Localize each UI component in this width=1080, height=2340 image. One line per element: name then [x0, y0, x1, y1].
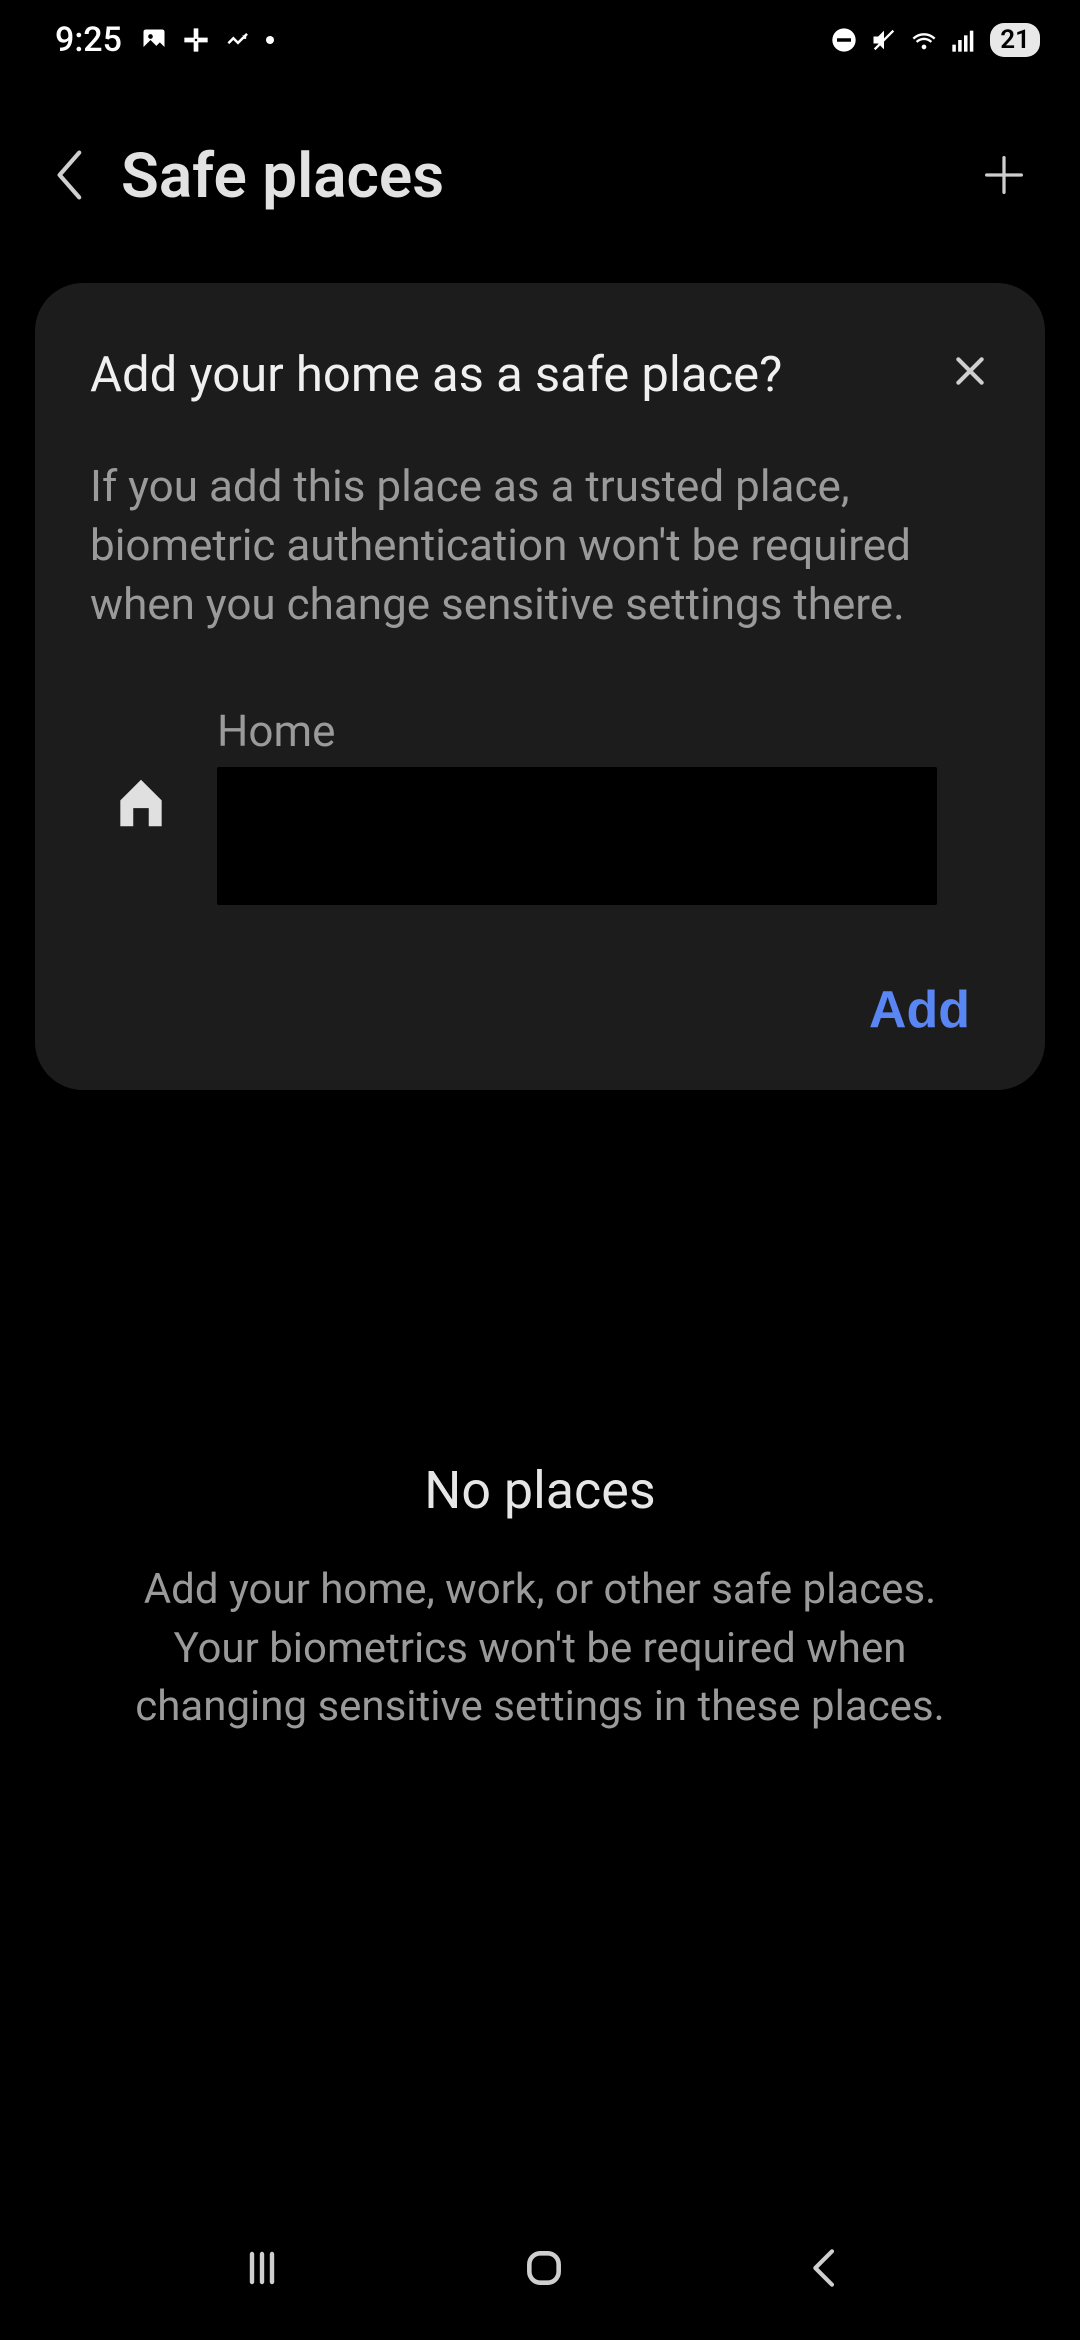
home-button[interactable] [522, 2246, 566, 2294]
mute-icon [870, 26, 898, 54]
empty-description: Add your home, work, or other safe place… [100, 1561, 980, 1737]
home-place-row: Home [90, 705, 990, 905]
battery-badge: 21 [990, 23, 1040, 57]
status-time: 9:25 [55, 20, 122, 60]
plus-icon [978, 149, 1030, 201]
slack-icon [182, 26, 210, 54]
card-description: If you add this place as a trusted place… [90, 457, 990, 635]
home-icon [110, 772, 172, 838]
add-home-card: Add your home as a safe place? If you ad… [35, 283, 1045, 1090]
back-nav-button[interactable] [802, 2244, 842, 2296]
system-nav-bar [0, 2230, 1080, 2310]
chevron-left-icon [50, 147, 86, 203]
dnd-icon [830, 26, 858, 54]
page-title: Safe places [121, 140, 444, 213]
home-label: Home [217, 705, 990, 757]
more-indicator-icon [266, 36, 274, 44]
back-button[interactable] [50, 147, 86, 207]
status-right: 21 [830, 23, 1040, 57]
empty-title: No places [100, 1460, 980, 1521]
status-bar: 9:25 21 [0, 0, 1080, 80]
dismiss-card-button[interactable] [950, 351, 990, 395]
empty-state: No places Add your home, work, or other … [0, 1460, 1080, 1737]
signal-icon [950, 26, 978, 54]
card-title: Add your home as a safe place? [90, 343, 782, 407]
recents-button[interactable] [238, 2244, 286, 2296]
home-nav-icon [522, 2246, 566, 2290]
recents-icon [238, 2244, 286, 2292]
close-icon [950, 351, 990, 391]
picture-icon [140, 26, 168, 54]
wifi-icon [910, 26, 938, 54]
add-place-button[interactable] [978, 149, 1030, 205]
add-button[interactable]: Add [869, 980, 970, 1040]
status-left: 9:25 [55, 20, 274, 60]
header: Safe places [0, 80, 1080, 263]
missed-call-icon [224, 26, 252, 54]
home-address-redacted [217, 767, 937, 905]
back-nav-icon [802, 2244, 842, 2292]
